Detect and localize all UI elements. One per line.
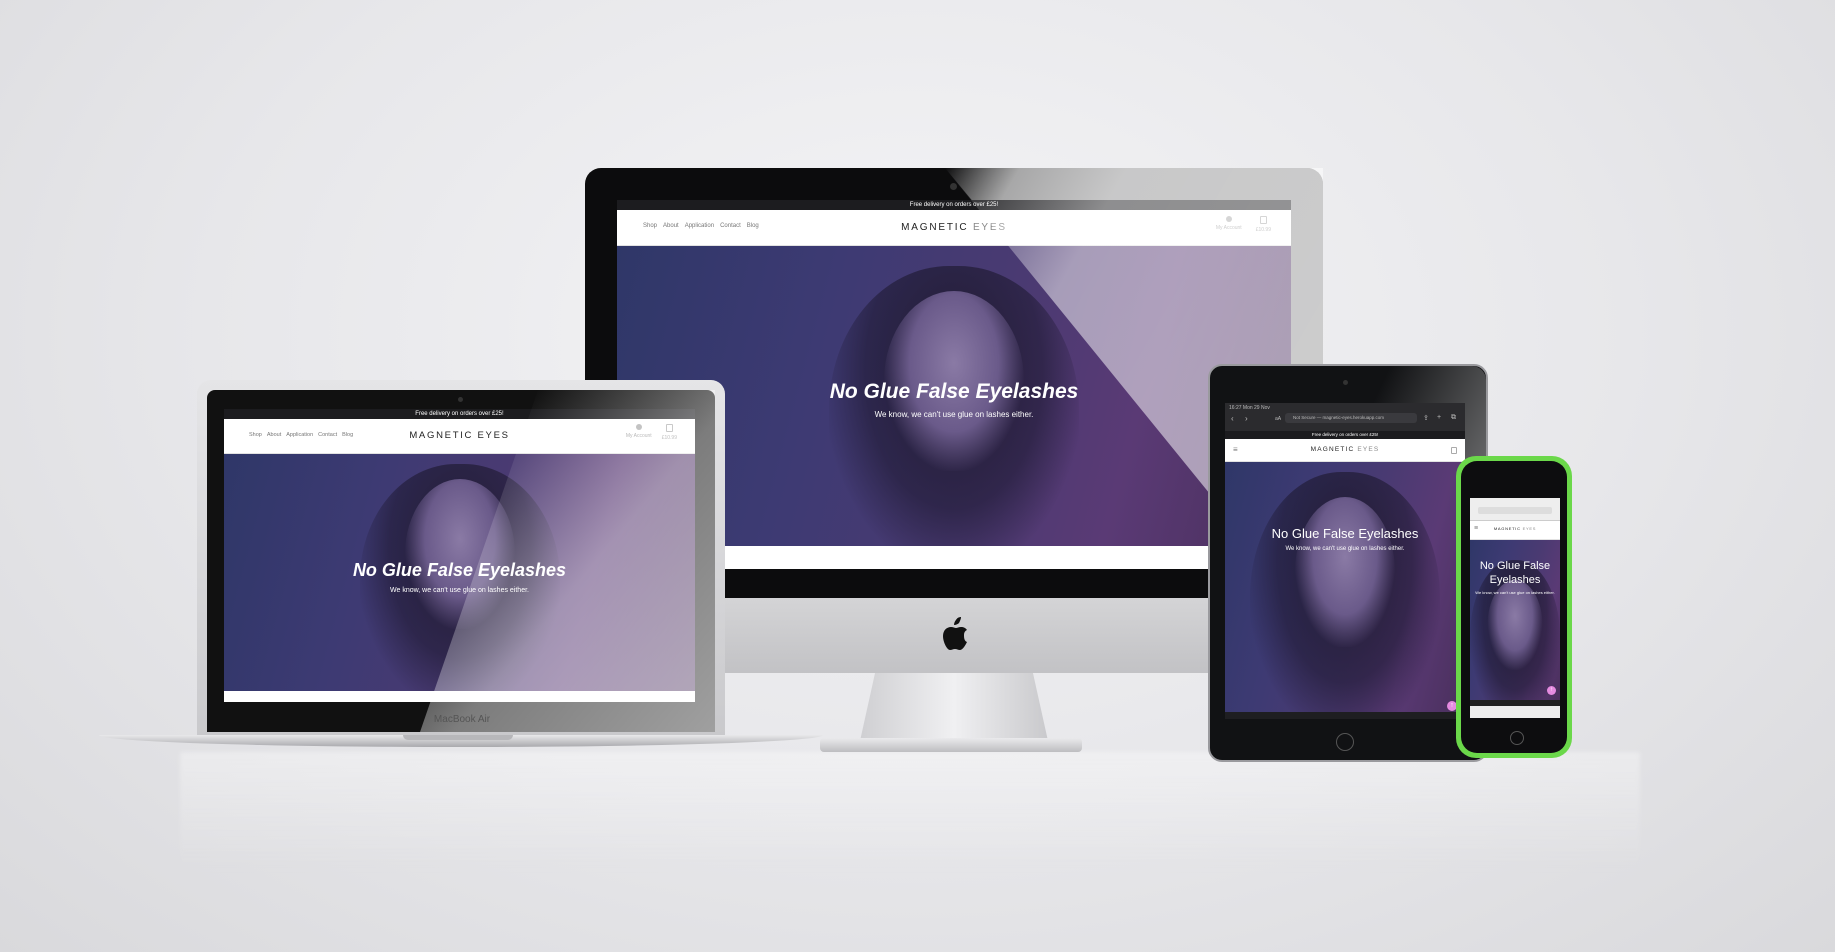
- cart-link[interactable]: £10.99: [1256, 216, 1271, 233]
- ipad-home-button[interactable]: [1336, 733, 1354, 751]
- scroll-top-button[interactable]: ↑: [1547, 686, 1556, 695]
- hero-banner: No Glue False Eyelashes We know, we can'…: [224, 454, 695, 691]
- imac-stand-foot: [820, 738, 1082, 752]
- address-bar[interactable]: [1478, 507, 1552, 514]
- forward-icon[interactable]: ›: [1245, 414, 1248, 423]
- bag-icon: [1259, 216, 1267, 224]
- promo-bar: Free delivery on orders over £25!: [224, 409, 695, 419]
- site-header: Shop About Application Contact Blog MAGN…: [224, 419, 695, 454]
- macbook-notch: [403, 735, 513, 740]
- ipad-screen: 16:27 Mon 29 Nov ‹ › aA Not Secure — mag…: [1225, 403, 1465, 719]
- floor-reflection: [180, 752, 1640, 872]
- site-logo[interactable]: MAGNETIC EYES: [617, 222, 1291, 233]
- site-logo[interactable]: MAGNETIC EYES: [1225, 446, 1465, 453]
- promo-text: Free delivery on orders over £25!: [909, 202, 999, 208]
- phone-toolbar: [1470, 706, 1560, 718]
- macbook-screen: Free delivery on orders over £25! Shop A…: [224, 409, 695, 702]
- hero-title: No Glue False Eyelashes: [352, 560, 567, 580]
- site-header: ≡ MAGNETIC EYES: [1470, 521, 1560, 540]
- hero-image-face: [404, 479, 515, 629]
- promo-bar: Free delivery on orders over £25!: [1225, 431, 1465, 439]
- hero-subtitle: We know, we can't use glue on lashes eit…: [1475, 590, 1555, 595]
- hero-title: No Glue False Eyelashes: [1271, 526, 1419, 541]
- cart-link[interactable]: £10.99: [662, 424, 677, 441]
- site-header: ≡ MAGNETIC EYES: [1225, 439, 1465, 462]
- site-logo[interactable]: MAGNETIC EYES: [1470, 526, 1560, 531]
- macbook-camera: [458, 397, 463, 402]
- site-header: Shop About Application Contact Blog MAGN…: [617, 210, 1291, 246]
- user-icon: [1225, 216, 1232, 222]
- new-tab-icon[interactable]: +: [1437, 414, 1441, 421]
- user-icon: [635, 424, 642, 430]
- imac-camera: [950, 183, 957, 190]
- hero-title-line2: Eyelashes: [1489, 574, 1541, 586]
- hero-subtitle: We know, we can't use glue on lashes eit…: [390, 587, 529, 594]
- address-bar[interactable]: Not Secure — magnetic-eyes.herokuapp.com: [1285, 413, 1417, 423]
- hero-subtitle: We know, we can't use glue on lashes eit…: [1285, 546, 1405, 552]
- header-actions: My Account £10.99: [1216, 216, 1271, 233]
- promo-bar: Free delivery on orders over £25!: [617, 200, 1291, 210]
- tabs-icon[interactable]: ⧉: [1451, 414, 1456, 422]
- status-time: 16:27 Mon 29 Nov: [1229, 405, 1270, 411]
- hero-banner: No Glue False Eyelashes We know, we can'…: [1470, 540, 1560, 700]
- hero-title-line1: No Glue False: [1479, 560, 1551, 572]
- ipad-camera: [1343, 380, 1348, 385]
- tablet-browser-bar: 16:27 Mon 29 Nov ‹ › aA Not Secure — mag…: [1225, 403, 1465, 431]
- header-actions: My Account £10.99: [626, 424, 677, 441]
- hero-banner: No Glue False Eyelashes We know, we can'…: [1225, 462, 1465, 712]
- account-link[interactable]: My Account: [626, 424, 652, 441]
- bag-icon: [665, 424, 673, 432]
- share-icon[interactable]: ⇪: [1423, 414, 1429, 422]
- macbook-label: MacBook Air: [433, 714, 491, 725]
- phone-browser-bar: [1470, 498, 1560, 521]
- site-logo[interactable]: MAGNETIC EYES: [224, 430, 695, 441]
- back-icon[interactable]: ‹: [1231, 414, 1234, 423]
- promo-text: Free delivery on orders over £25!: [415, 411, 504, 417]
- imac-stand-neck: [860, 673, 1048, 741]
- hero-image-face: [1295, 497, 1395, 647]
- iphone-home-button[interactable]: [1510, 731, 1524, 745]
- account-link[interactable]: My Account: [1216, 216, 1242, 233]
- apple-logo-icon: [943, 617, 967, 650]
- url-text: Not Secure — magnetic-eyes.herokuapp.com: [1293, 415, 1385, 420]
- text-size-button[interactable]: aA: [1275, 416, 1281, 422]
- bag-icon[interactable]: [1451, 447, 1457, 454]
- promo-text: Free delivery on orders over £25!: [1311, 432, 1379, 437]
- iphone-screen: ≡ MAGNETIC EYES No Glue False Eyelashes …: [1470, 498, 1560, 718]
